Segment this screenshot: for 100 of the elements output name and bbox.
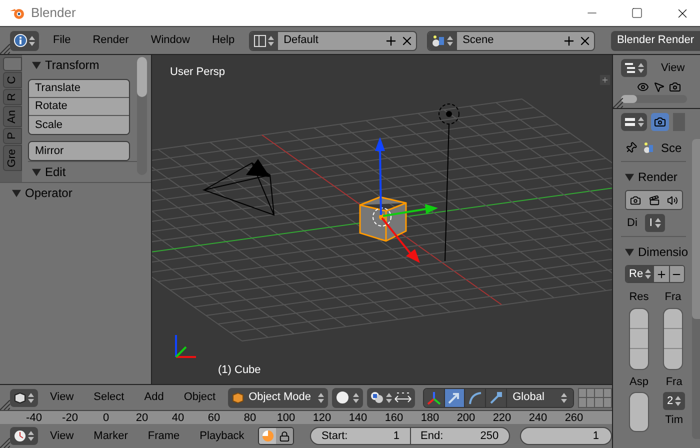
layout-selector[interactable]: Default <box>248 30 417 50</box>
spinner-arrows-icon <box>28 392 34 404</box>
menu-item[interactable]: View <box>42 389 82 406</box>
preview-range-toggle[interactable] <box>259 428 276 444</box>
tool-button[interactable]: Rotate <box>29 98 129 116</box>
render-context-tab[interactable] <box>651 113 669 131</box>
field-label: Di <box>627 216 638 231</box>
spinner-arrows-icon <box>655 217 662 229</box>
area-corner-icon[interactable] <box>0 44 10 54</box>
menu-item[interactable]: Window <box>142 32 198 49</box>
frame-tick: 260 <box>564 412 584 424</box>
render-engine-selector[interactable]: Blender Render <box>610 30 700 50</box>
view-label: User Persp <box>170 65 226 80</box>
resolution-fields[interactable] <box>629 308 649 370</box>
scrollbar[interactable] <box>137 57 147 175</box>
current-frame-field[interactable]: 1 <box>520 427 612 446</box>
menu-item[interactable]: Render <box>84 32 137 49</box>
frame-tick: -20 <box>61 412 79 424</box>
layout-name: Default <box>282 33 320 48</box>
scrollbar[interactable] <box>692 139 700 439</box>
shelf-tab[interactable]: R <box>3 88 22 105</box>
add-icon[interactable] <box>384 34 398 48</box>
scrollbar[interactable] <box>621 95 687 103</box>
menu-item[interactable]: Playback <box>192 428 252 444</box>
spinner-arrows-icon <box>675 395 682 407</box>
panel-title[interactable]: Dimensio <box>638 243 688 261</box>
scene-icon <box>432 34 445 46</box>
timeline-ruler[interactable]: -40 -20 0 20 40 60 80 100 120 140 160 180 200 220 240 260 <box>0 410 612 424</box>
area-corner-icon[interactable] <box>0 438 10 448</box>
editor-type-button[interactable] <box>10 388 38 407</box>
menu-item[interactable]: Object <box>176 389 224 406</box>
object-label: (1) Cube <box>218 362 261 378</box>
cursor-icon[interactable] <box>653 81 665 93</box>
scene-selector[interactable]: Scene <box>426 30 595 50</box>
tool-button[interactable]: Scale <box>29 116 129 134</box>
area-corner-icon[interactable] <box>613 98 623 108</box>
area-corner-icon[interactable] <box>0 400 10 410</box>
field-label: Asp <box>630 374 648 390</box>
menu-item[interactable]: Add <box>136 389 172 406</box>
frame-tick: -40 <box>25 412 43 424</box>
panel-title[interactable]: Operator <box>25 184 72 202</box>
frame-tick: 40 <box>170 412 186 424</box>
pivot-selector[interactable] <box>367 388 415 408</box>
add-icon[interactable] <box>562 34 576 48</box>
frame-tick: 120 <box>312 412 332 424</box>
translate-manipulator-drawing[interactable] <box>375 137 438 263</box>
shelf-tab[interactable]: C <box>3 72 22 88</box>
menu-item[interactable]: Select <box>86 389 132 406</box>
properties-icon <box>624 116 636 128</box>
lock-icon <box>279 430 290 442</box>
lock-toggle[interactable] <box>276 428 294 444</box>
tool-button[interactable]: Translate <box>29 80 129 98</box>
frame-tick: 200 <box>456 412 476 424</box>
speaker-icon <box>667 194 678 206</box>
disclosure-triangle[interactable] <box>625 248 634 256</box>
field-label: Fra <box>666 374 682 390</box>
panel-title[interactable]: Transform <box>45 58 100 72</box>
menu-item[interactable]: File <box>45 32 79 49</box>
editor-type-button[interactable] <box>621 113 647 131</box>
arrows-icon <box>394 391 412 404</box>
eye-icon[interactable] <box>637 81 649 93</box>
shading-selector[interactable] <box>332 388 363 408</box>
disclosure-triangle[interactable] <box>12 188 21 198</box>
menu-item[interactable]: Marker <box>86 428 136 444</box>
menu-item[interactable]: Frame <box>140 428 188 444</box>
frame-tick: 160 <box>384 412 404 424</box>
shelf-tab[interactable]: P <box>3 128 22 144</box>
aspect-fields[interactable] <box>629 392 649 432</box>
spinner-arrows-icon <box>638 62 644 74</box>
editor-type-button[interactable] <box>10 427 38 446</box>
outliner-icon <box>624 62 636 74</box>
disclosure-triangle[interactable] <box>32 60 41 70</box>
panel-title[interactable]: Edit <box>45 165 66 179</box>
maximize-icon[interactable] <box>631 7 643 19</box>
spinner-arrows-icon <box>28 430 34 442</box>
expand-region-button[interactable] <box>600 75 610 85</box>
editor-type-button[interactable] <box>621 59 647 77</box>
mode-selector[interactable]: Object Mode <box>228 388 328 408</box>
menu-item[interactable]: Help <box>204 32 243 49</box>
panel-title[interactable]: Render <box>638 168 678 186</box>
editor-type-button[interactable] <box>10 30 39 50</box>
menu-item[interactable]: View <box>42 428 82 444</box>
frame-rate-selector[interactable]: 2 <box>663 392 686 410</box>
shelf-tab[interactable]: Gre <box>3 144 22 172</box>
camera-icon[interactable] <box>669 81 681 93</box>
render-buttons[interactable] <box>625 190 683 210</box>
display-selector[interactable]: I <box>645 214 666 232</box>
menu-item[interactable]: View <box>661 60 685 76</box>
field-label: Fra <box>664 290 682 305</box>
spinner-arrows-icon <box>29 34 35 46</box>
disclosure-triangle[interactable] <box>625 172 634 182</box>
camera-icon <box>630 194 641 206</box>
frame-tick: 100 <box>276 412 296 424</box>
disclosure-triangle[interactable] <box>32 168 41 176</box>
sphere-icon <box>336 391 349 404</box>
tool-button[interactable]: Mirror <box>29 142 129 160</box>
shelf-tab[interactable]: An <box>3 106 22 128</box>
spinner-arrows-icon <box>318 392 324 404</box>
pivot-icon <box>370 391 384 404</box>
frame-range-fields[interactable] <box>663 308 683 370</box>
